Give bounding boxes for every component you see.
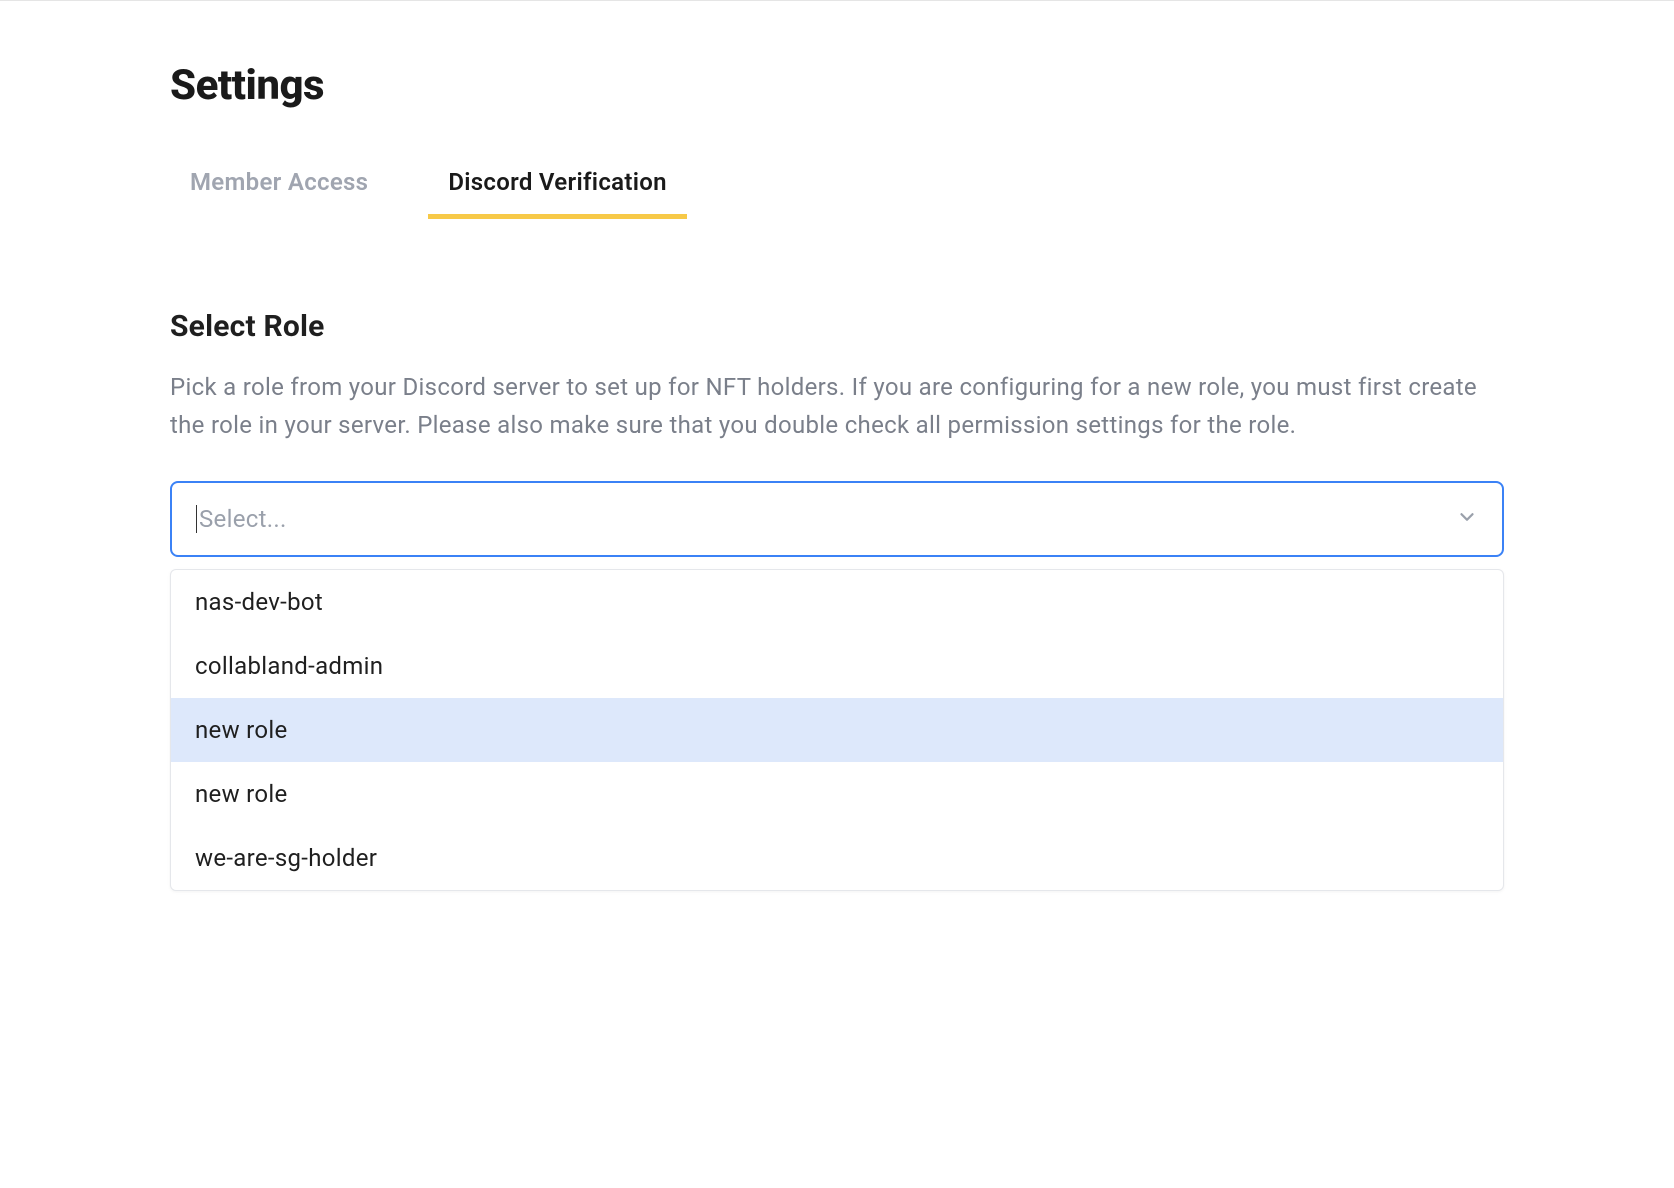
select-placeholder: Select... — [199, 505, 287, 533]
dropdown-option[interactable]: nas-dev-bot — [171, 570, 1503, 634]
settings-page: Settings Member Access Discord Verificat… — [0, 1, 1674, 951]
tab-discord-verification[interactable]: Discord Verification — [428, 160, 687, 219]
role-dropdown: nas-dev-bot collabland-admin new role ne… — [170, 569, 1504, 891]
dropdown-option[interactable]: new role — [171, 698, 1503, 762]
chevron-down-icon[interactable] — [1456, 506, 1478, 532]
dropdown-option[interactable]: new role — [171, 762, 1503, 826]
section-title: Select Role — [170, 309, 1504, 344]
dropdown-option[interactable]: we-are-sg-holder — [171, 826, 1503, 890]
text-cursor — [196, 505, 197, 533]
dropdown-option[interactable]: collabland-admin — [171, 634, 1503, 698]
tabs: Member Access Discord Verification — [170, 160, 1504, 219]
tab-member-access[interactable]: Member Access — [170, 160, 388, 219]
select-placeholder-wrap: Select... — [196, 505, 287, 533]
section-description: Pick a role from your Discord server to … — [170, 368, 1504, 445]
role-select[interactable]: Select... — [170, 481, 1504, 557]
page-title: Settings — [170, 61, 1504, 110]
